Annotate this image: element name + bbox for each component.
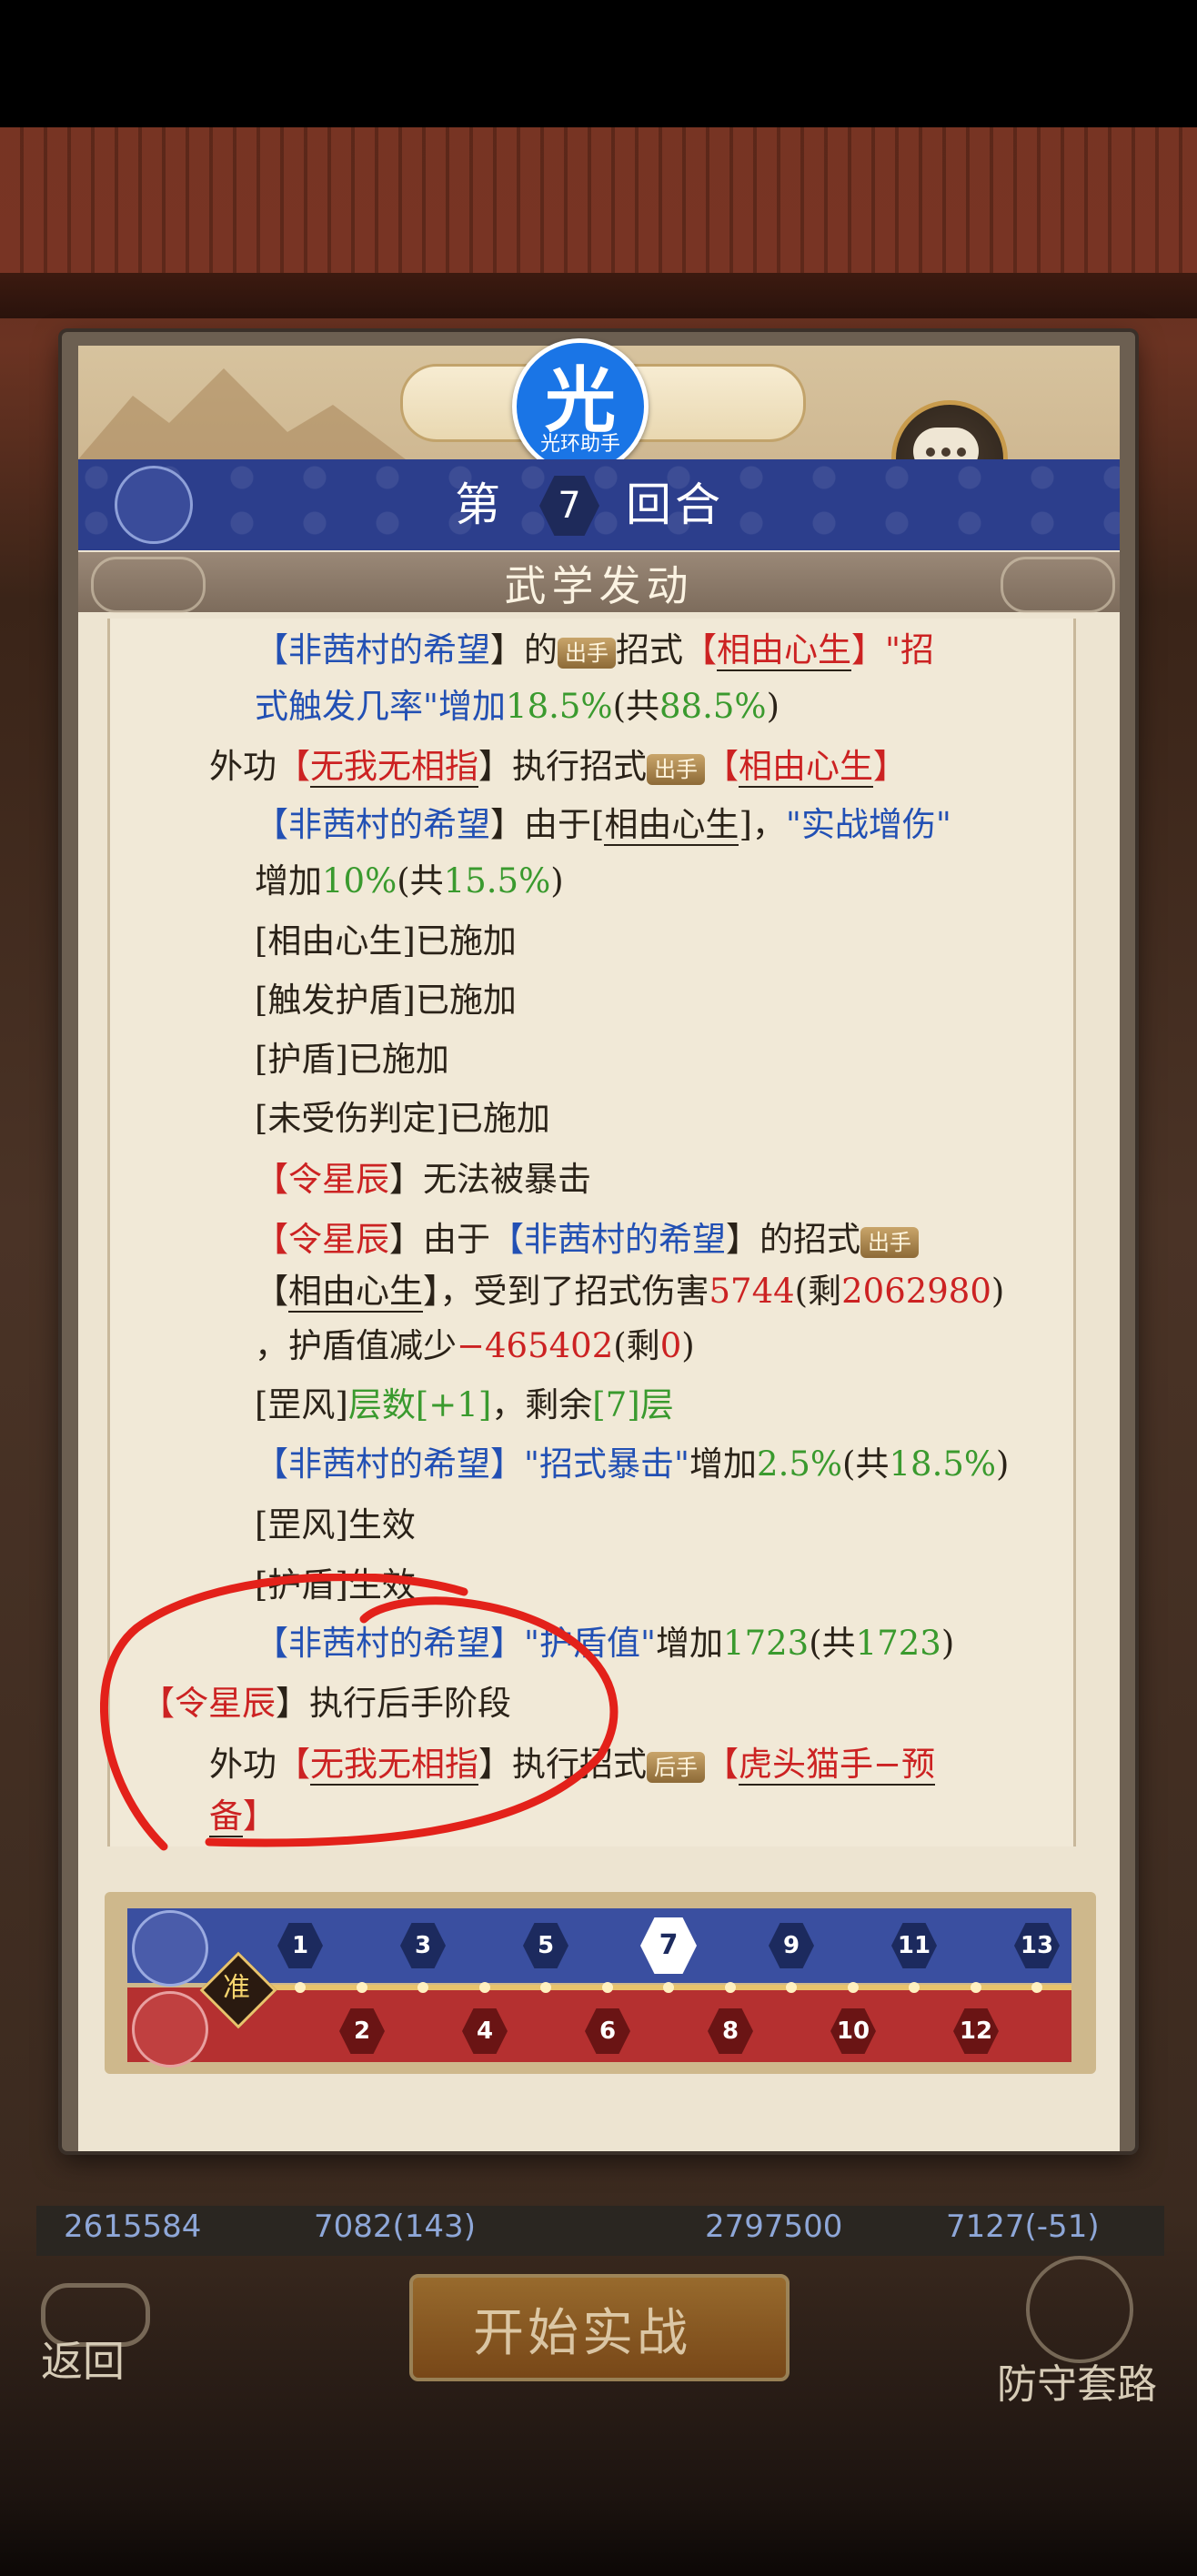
log-line-5: 增加10%(共15.5%) — [255, 861, 564, 901]
start-battle-label: 开始实战 — [473, 2304, 691, 2363]
status-bar-area — [0, 0, 1197, 127]
timeline-dot — [724, 1982, 736, 1993]
right-defense-value: 7127(-51) — [946, 2209, 1100, 2245]
roof-edge — [0, 273, 1197, 318]
book-icon[interactable] — [1026, 2256, 1133, 2363]
log-line-16: [罡风]生效 — [255, 1505, 416, 1545]
timeline-dot — [540, 1982, 551, 1993]
log-line-8: [护盾]已施加 — [255, 1040, 449, 1079]
timeline-dot — [847, 1982, 859, 1993]
log-line-12: 【相由心生】，受到了招式伤害5744(剩2062980) — [255, 1272, 1005, 1313]
enemy-avatar-icon — [132, 1991, 208, 2068]
log-border — [1073, 619, 1076, 1846]
timeline-dot — [663, 1982, 674, 1993]
log-line-13: ，护盾值减少−465402(剩0) — [255, 1326, 695, 1365]
chat-dot — [926, 448, 935, 457]
log-line-4: 【非茜村的希望】由于[相由心生]，"实战增伤" — [255, 805, 951, 846]
right-power-value: 2797500 — [705, 2209, 843, 2245]
timeline-dot — [356, 1982, 367, 1993]
badge-houshou: 后手 — [647, 1751, 705, 1783]
timeline-dot — [909, 1982, 920, 1993]
log-line-9: [未受伤判定]已施加 — [255, 1099, 550, 1138]
log-line-14: [罡风]层数[+1]，剩余[7]层 — [255, 1385, 674, 1424]
round-prefix: 第 — [455, 478, 504, 531]
left-power-value: 2615584 — [64, 2209, 202, 2245]
timeline-dot — [970, 1982, 981, 1993]
log-line-11: 【令星辰】由于【非茜村的希望】的招式 出手 — [255, 1217, 919, 1263]
round-suffix: 回合 — [626, 478, 724, 531]
timeline-dot — [1031, 1982, 1042, 1993]
log-line-7: [触发护盾]已施加 — [255, 981, 517, 1020]
mountain-art — [78, 368, 406, 459]
chat-dot — [941, 448, 951, 457]
ready-label: 准 — [223, 1972, 250, 2004]
timeline-dot — [786, 1982, 797, 1993]
log-line-3: 外功【无我无相指】执行招式 出手 【相由心生】 — [209, 747, 907, 788]
back-button[interactable]: 返回 — [41, 2329, 125, 2389]
defense-routine-button[interactable]: 防守套路 — [997, 2351, 1157, 2410]
timeline-dot — [295, 1982, 306, 1993]
chat-dot — [957, 448, 966, 457]
badge-chushou: 出手 — [860, 1226, 919, 1258]
timeline-dot — [417, 1982, 428, 1993]
player-avatar-icon — [115, 466, 193, 544]
left-defense-value: 7082(143) — [314, 2209, 476, 2245]
badge-chushou: 出手 — [647, 753, 705, 785]
timeline-dot — [601, 1982, 613, 1993]
log-line-15: 【非茜村的希望】"招式暴击"增加2.5%(共18.5%) — [255, 1444, 1010, 1484]
logo-text: 光环助手 — [539, 433, 620, 456]
timeline-line — [218, 1985, 1071, 1990]
log-line-2: 式触发几率"增加18.5%(共88.5%) — [255, 687, 780, 726]
player-avatar-icon — [132, 1910, 208, 1987]
section-title: 武学发动 — [504, 561, 694, 610]
log-line-10: 【令星辰】无法被暴击 — [255, 1160, 591, 1199]
log-line-6: [相由心生]已施加 — [255, 921, 517, 961]
red-circle-annotation — [100, 1574, 619, 1851]
log-line-1: 【非茜村的希望】的 出手 招式【相由心生】"招 — [255, 630, 935, 671]
badge-chushou: 出手 — [558, 637, 616, 669]
timeline-dot — [478, 1982, 490, 1993]
